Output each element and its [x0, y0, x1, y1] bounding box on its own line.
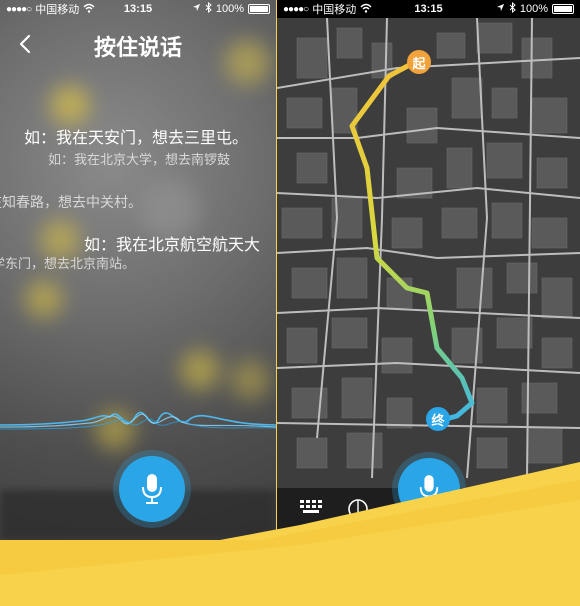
- battery-percent: 100%: [519, 3, 548, 15]
- battery-icon: [248, 4, 270, 14]
- bluetooth-icon: [205, 1, 212, 16]
- battery-icon: [552, 4, 574, 14]
- nav-bar: 按住说话: [0, 24, 276, 64]
- hold-to-talk-button[interactable]: [119, 456, 185, 522]
- carrier-name: 中国移动: [312, 4, 357, 16]
- bluetooth-icon: [509, 1, 516, 16]
- keyboard-icon: [300, 500, 322, 513]
- example-hint: 如：我在北京大学，想去南锣鼓: [48, 152, 231, 167]
- start-marker[interactable]: 起: [407, 50, 431, 74]
- page-title: 按住说话: [93, 35, 182, 60]
- voice-input-screen: ●●●●○ 中国移动 13:15 100% 按住说话 如：我在天安门，想去三里屯…: [0, 0, 276, 540]
- bokeh-light: [230, 360, 270, 400]
- carrier-name: 中国移动: [35, 4, 80, 16]
- example-hint: 学东门，想去北京南站。: [0, 256, 136, 271]
- wifi-icon: [83, 3, 95, 16]
- compass-button[interactable]: [347, 498, 369, 525]
- battery-percent: 100%: [215, 3, 244, 15]
- microphone-icon: [419, 475, 439, 503]
- compass-icon: [348, 499, 368, 519]
- signal-strength: ●●●●○: [6, 3, 32, 15]
- bokeh-light: [25, 280, 63, 318]
- keyboard-button[interactable]: [299, 498, 325, 523]
- signal-strength: ●●●●○: [283, 3, 309, 15]
- location-arrow-icon: [192, 3, 201, 15]
- voice-waveform: [0, 411, 276, 430]
- end-marker[interactable]: 终: [426, 407, 450, 431]
- route-map-screen: ●●●●○ 中国移动 13:15 100% 起 终: [277, 0, 580, 540]
- promo-composite: ●●●●○ 中国移动 13:15 100% 按住说话 如：我在天安门，想去三里屯…: [0, 0, 580, 606]
- bokeh-light: [180, 350, 220, 390]
- example-hint: 在知春路，想去中关村。: [0, 194, 142, 210]
- microphone-icon: [142, 474, 162, 504]
- status-bar: ●●●●○ 中国移动 13:15 100%: [277, 0, 580, 18]
- bokeh-light: [50, 85, 90, 125]
- example-hint: 如：我在北京航空航天大: [84, 237, 261, 254]
- status-bar: ●●●●○ 中国移动 13:15 100%: [0, 0, 276, 18]
- voice-search-button[interactable]: [398, 458, 460, 520]
- location-arrow-icon: [496, 3, 505, 15]
- wifi-icon: [360, 3, 372, 16]
- example-hint: 如：我在天安门，想去三里屯。: [24, 130, 249, 147]
